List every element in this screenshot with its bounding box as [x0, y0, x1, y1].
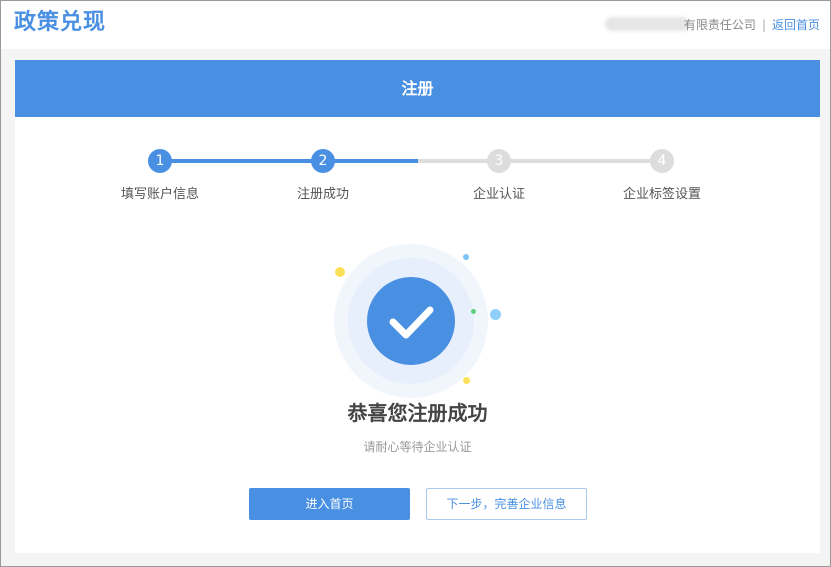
step-track-2-3-done	[323, 159, 418, 163]
page-title: 注册	[401, 79, 434, 98]
check-icon-svg	[389, 306, 434, 339]
step-1-label: 填写账户信息	[120, 187, 199, 202]
page-title-banner: 注册	[15, 60, 820, 117]
step-3-indicator: 3	[487, 149, 511, 173]
site-logo[interactable]: 政策兑现	[14, 9, 106, 37]
step-2-indicator: 2	[311, 149, 335, 173]
header-separator: |	[761, 18, 766, 32]
confetti-dot-blue-small	[463, 254, 469, 260]
confetti-dot-yellow-small	[463, 377, 470, 384]
check-icon	[367, 277, 455, 365]
next-step-button[interactable]: 下一步，完善企业信息	[426, 488, 587, 520]
app-frame: 政策兑现 有限责任公司 | 返回首页 注册 1 2 3 4 填写账户信息 注册成功 …	[0, 0, 831, 567]
step-2-label: 注册成功	[296, 187, 349, 202]
header-user-area: 有限责任公司 | 返回首页	[684, 17, 820, 33]
confetti-dot-green	[471, 309, 476, 314]
confetti-dot-yellow	[335, 267, 345, 277]
confetti-dot-blue	[490, 309, 501, 320]
registration-card: 1 2 3 4 填写账户信息 注册成功 企业认证 企业标签设置 恭喜您注册成功 …	[15, 117, 820, 553]
step-track-1-2	[160, 159, 323, 163]
success-title: 恭喜您注册成功	[347, 401, 488, 425]
enter-home-button[interactable]: 进入首页	[249, 488, 410, 520]
step-4-label: 企业标签设置	[622, 187, 701, 202]
step-1-indicator: 1	[148, 149, 172, 173]
step-track-remaining	[418, 159, 662, 163]
company-name-redacted	[605, 17, 689, 31]
return-home-link[interactable]: 返回首页	[772, 18, 820, 32]
step-4-indicator: 4	[650, 149, 674, 173]
step-3-label: 企业认证	[472, 187, 525, 202]
company-name-suffix: 有限责任公司	[683, 18, 756, 32]
success-subtitle: 请耐心等待企业认证	[363, 440, 472, 454]
top-header: 政策兑现 有限责任公司 | 返回首页	[1, 1, 830, 49]
